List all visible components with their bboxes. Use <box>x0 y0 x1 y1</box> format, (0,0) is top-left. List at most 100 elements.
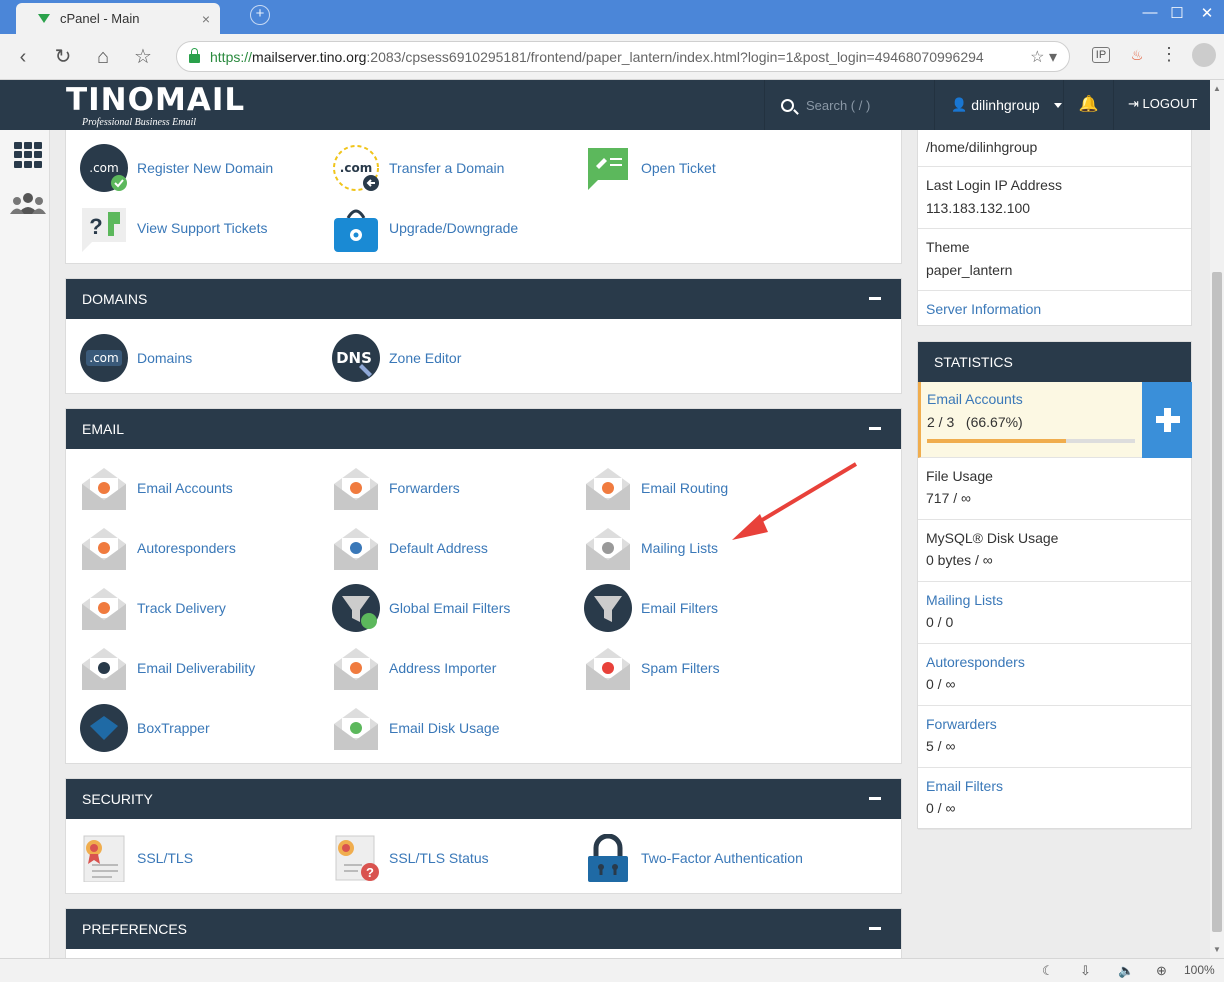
register-new-domain-item[interactable]: .com Register New Domain <box>80 143 273 193</box>
collapse-icon[interactable] <box>869 297 881 300</box>
statistics-header: STATISTICS <box>918 342 1191 382</box>
search-box[interactable] <box>764 80 934 130</box>
email-deliverability-icon <box>82 648 126 690</box>
upgrade-downgrade-item[interactable]: Upgrade/Downgrade <box>332 203 518 253</box>
track-delivery-item[interactable]: Track Delivery <box>80 583 226 633</box>
upgrade-icon <box>334 209 378 252</box>
track-delivery-icon <box>82 588 126 630</box>
page-scrollbar[interactable]: ▲ ▼ <box>1210 80 1224 958</box>
two-factor-auth-item[interactable]: Two-Factor Authentication <box>584 833 803 883</box>
users-icon[interactable] <box>10 192 46 214</box>
new-tab-icon[interactable]: + <box>250 5 270 25</box>
volume-icon[interactable]: 🔈 <box>1118 963 1134 979</box>
domains-panel-header[interactable]: DOMAINS <box>66 279 901 319</box>
svg-text:DNS: DNS <box>336 349 372 367</box>
email-accounts-item[interactable]: Email Accounts <box>80 463 233 513</box>
preferences-panel: PREFERENCES <box>65 908 902 958</box>
bookmark-star-icon[interactable]: ☆ ▾ <box>1030 47 1057 67</box>
minimize-icon[interactable]: — <box>1135 4 1165 21</box>
tinomail-logo[interactable]: TINOMAIL Professional Business Email <box>66 82 245 128</box>
night-mode-icon[interactable]: ☾ <box>1042 963 1054 979</box>
search-input[interactable] <box>806 97 926 113</box>
autoresponders-item[interactable]: Autoresponders <box>80 523 236 573</box>
collapse-icon[interactable] <box>869 427 881 430</box>
email-disk-usage-item[interactable]: Email Disk Usage <box>332 703 499 753</box>
address-bar[interactable]: https://mailserver.tino.org:2083/cpsess6… <box>176 41 1070 72</box>
search-icon <box>781 98 794 112</box>
scrollbar-thumb[interactable] <box>1212 272 1222 932</box>
add-email-account-button[interactable] <box>1142 382 1192 458</box>
bookmark-icon[interactable]: ☆ <box>130 44 156 70</box>
view-support-tickets-item[interactable]: ? View Support Tickets <box>80 203 267 253</box>
cpanel-favicon-icon <box>38 14 50 23</box>
mysql-disk-usage-stat: MySQL® Disk Usage 0 bytes / ∞ <box>918 520 1191 582</box>
server-information-link[interactable]: Server Information <box>918 291 1191 327</box>
email-filters-stat[interactable]: Email Filters 0 / ∞ <box>918 768 1191 830</box>
home-directory-row: /home/dilinhgroup <box>918 130 1191 167</box>
collapse-icon[interactable] <box>869 927 881 930</box>
email-panel: EMAIL Email Accounts Forwarders Email Rout… <box>65 408 902 764</box>
dns-icon: DNS <box>332 334 380 382</box>
certificate-status-icon: ? <box>335 835 379 881</box>
boxtrapper-item[interactable]: BoxTrapper <box>80 703 210 753</box>
forwarders-stat[interactable]: Forwarders 5 / ∞ <box>918 706 1191 768</box>
app-header: TINOMAIL Professional Business Email 👤 d… <box>0 80 1210 130</box>
default-address-item[interactable]: Default Address <box>332 523 488 573</box>
browser-menu-icon[interactable]: ⋮ <box>1158 44 1180 65</box>
ssl-tls-item[interactable]: SSL/TLS <box>80 833 193 883</box>
download-icon[interactable]: ⇩ <box>1080 963 1091 979</box>
general-information-panel: /home/dilinhgroup Last Login IP Address … <box>917 130 1192 326</box>
window-close-icon[interactable]: ✕ <box>1192 4 1222 22</box>
tab-close-icon[interactable]: × <box>202 11 210 27</box>
email-accounts-stat[interactable]: Email Accounts 2 / 3 (66.67%) <box>918 382 1192 458</box>
extension-flame-icon[interactable]: ♨ <box>1126 47 1148 64</box>
address-importer-item[interactable]: Address Importer <box>332 643 496 693</box>
url-text: https://mailserver.tino.org:2083/cpsess6… <box>210 48 984 65</box>
email-routing-icon <box>586 468 630 510</box>
mailing-lists-item[interactable]: Mailing Lists <box>584 523 718 573</box>
file-usage-stat: File Usage 717 / ∞ <box>918 458 1191 520</box>
register-domain-icon: .com <box>80 144 128 192</box>
open-ticket-item[interactable]: Open Ticket <box>584 143 716 193</box>
user-menu[interactable]: 👤 dilinhgroup <box>934 80 1064 130</box>
ssl-tls-status-item[interactable]: ? SSL/TLS Status <box>332 833 489 883</box>
apps-grid-icon[interactable] <box>14 142 42 168</box>
zoom-icon[interactable]: ⊕ <box>1156 963 1167 979</box>
certificate-icon <box>83 835 125 882</box>
spam-filters-item[interactable]: Spam Filters <box>584 643 720 693</box>
email-filters-item[interactable]: Email Filters <box>584 583 718 633</box>
browser-statusbar: ☾ ⇩ 🔈 ⊕ 100% <box>0 958 1224 982</box>
security-panel-header[interactable]: SECURITY <box>66 779 901 819</box>
notifications-bell-icon[interactable]: 🔔 <box>1064 80 1114 130</box>
back-icon[interactable]: ‹ <box>10 44 36 70</box>
email-accounts-icon <box>82 468 126 510</box>
scroll-up-icon[interactable]: ▲ <box>1213 84 1221 93</box>
profile-avatar-icon[interactable] <box>1192 43 1216 67</box>
boxtrapper-icon <box>80 704 128 752</box>
domains-panel: DOMAINS .com Domains DNS Zone Editor <box>65 278 902 394</box>
reload-icon[interactable]: ↻ <box>50 44 76 70</box>
zone-editor-item[interactable]: DNS Zone Editor <box>332 333 461 383</box>
email-routing-item[interactable]: Email Routing <box>584 463 728 513</box>
mailing-lists-stat[interactable]: Mailing Lists 0 / 0 <box>918 582 1191 644</box>
transfer-domain-item[interactable]: .com Transfer a Domain <box>332 143 504 193</box>
preferences-panel-header[interactable]: PREFERENCES <box>66 909 901 949</box>
browser-tab[interactable]: cPanel - Main × <box>16 3 220 34</box>
home-icon[interactable]: ⌂ <box>90 44 116 70</box>
support-tickets-icon: ? <box>82 208 126 252</box>
logout-button[interactable]: ⇥ LOGOUT <box>1128 96 1197 112</box>
email-panel-header[interactable]: EMAIL <box>66 409 901 449</box>
statistics-panel: STATISTICS Email Accounts 2 / 3 (66.67%)… <box>917 341 1192 830</box>
autoresponders-icon <box>82 528 126 570</box>
email-filters-icon <box>584 584 632 632</box>
domains-item[interactable]: .com Domains <box>80 333 192 383</box>
maximize-icon[interactable]: ☐ <box>1162 4 1192 22</box>
autoresponders-stat[interactable]: Autoresponders 0 / ∞ <box>918 644 1191 706</box>
ip-extension-icon[interactable]: IP <box>1092 47 1110 63</box>
global-email-filters-item[interactable]: Global Email Filters <box>332 583 510 633</box>
email-deliverability-item[interactable]: Email Deliverability <box>80 643 255 693</box>
forwarders-icon <box>334 468 378 510</box>
collapse-icon[interactable] <box>869 797 881 800</box>
scroll-down-icon[interactable]: ▼ <box>1213 945 1221 954</box>
forwarders-item[interactable]: Forwarders <box>332 463 460 513</box>
